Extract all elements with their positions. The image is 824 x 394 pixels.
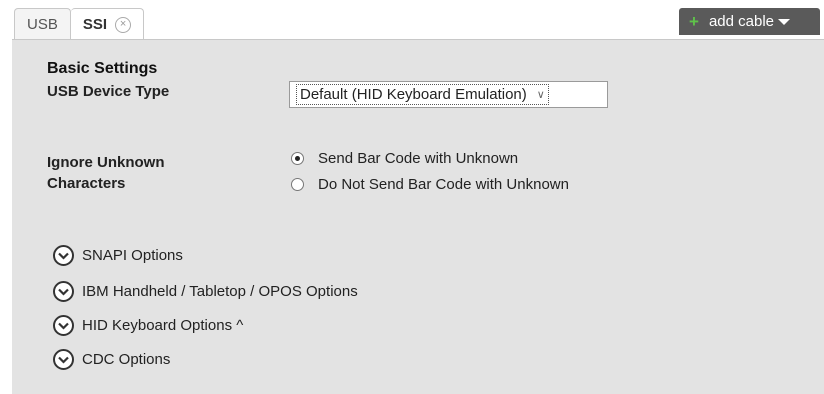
radio-send-bar-code[interactable]: Send Bar Code with Unknown <box>291 150 518 167</box>
usb-device-type-select[interactable]: Default (HID Keyboard Emulation) ∨ <box>289 81 608 108</box>
section-title: Basic Settings <box>47 60 158 77</box>
ignore-unknown-label-line1: Ignore Unknown <box>47 154 165 171</box>
accordion-cdc-options[interactable]: CDC Options <box>53 349 170 370</box>
chevron-down-circle-icon[interactable] <box>53 349 74 370</box>
select-value-wrap: Default (HID Keyboard Emulation) ∨ <box>296 84 549 105</box>
radio-do-not-send-bar-code[interactable]: Do Not Send Bar Code with Unknown <box>291 176 569 193</box>
tab-usb[interactable]: USB <box>14 8 71 40</box>
tab-usb-label: USB <box>27 16 58 33</box>
chevron-down-icon: ∨ <box>536 89 545 101</box>
add-cable-label: add cable <box>708 13 774 30</box>
tab-ssi[interactable]: SSI × <box>70 8 145 40</box>
accordion-cdc-label: CDC Options <box>82 351 171 368</box>
radio-send-bar-code-label: Send Bar Code with Unknown <box>318 150 519 167</box>
chevron-down-circle-icon[interactable] <box>53 315 74 336</box>
accordion-hid-keyboard-label: HID Keyboard Options ^ <box>82 317 244 334</box>
accordion-hid-keyboard-options[interactable]: HID Keyboard Options ^ <box>53 315 243 336</box>
tab-ssi-label: SSI <box>82 16 108 33</box>
add-cable-button[interactable]: + add cable <box>679 8 820 35</box>
radio-button-unchecked[interactable] <box>291 178 304 191</box>
accordion-ibm-label: IBM Handheld / Tabletop / OPOS Options <box>82 283 358 300</box>
accordion-ibm-options[interactable]: IBM Handheld / Tabletop / OPOS Options <box>53 281 358 302</box>
usb-device-type-label: USB Device Type <box>47 83 170 100</box>
plus-icon: + <box>689 11 699 31</box>
chevron-down-circle-icon[interactable] <box>53 281 74 302</box>
ignore-unknown-label-line2: Characters <box>47 175 126 192</box>
accordion-snapi-label: SNAPI Options <box>82 247 183 264</box>
radio-button-checked[interactable] <box>291 152 304 165</box>
accordion-snapi-options[interactable]: SNAPI Options <box>53 245 183 266</box>
radio-do-not-send-bar-code-label: Do Not Send Bar Code with Unknown <box>318 176 569 193</box>
ignore-unknown-label: Ignore Unknown Characters <box>47 152 165 194</box>
select-value: Default (HID Keyboard Emulation) <box>300 86 527 103</box>
cable-tabs: USB SSI × <box>14 8 145 40</box>
close-tab-icon[interactable]: × <box>115 16 132 33</box>
caret-down-icon <box>778 18 790 25</box>
chevron-down-circle-icon[interactable] <box>53 245 74 266</box>
